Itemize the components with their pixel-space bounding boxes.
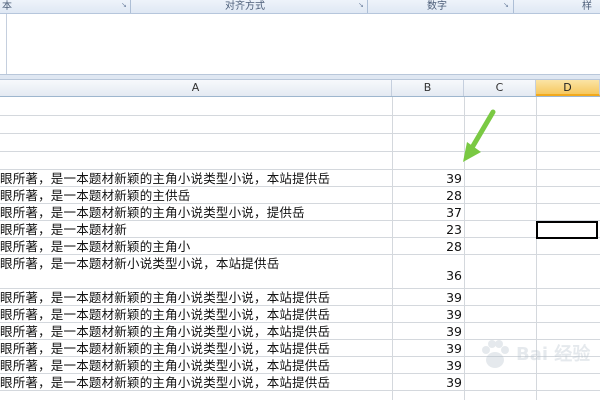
cell-b[interactable]: 39 [392, 340, 462, 357]
alignment-dialog-launcher-icon[interactable]: ↘ [358, 2, 365, 9]
cell-a[interactable]: 眼所著，是一本题材新颖的主角小说类型小说，本站提供岳 [0, 357, 392, 374]
font-dialog-launcher-icon[interactable]: ↘ [121, 2, 128, 9]
cell-a[interactable]: 眼所著，是一本题材新颖的主角小 [0, 238, 392, 255]
ribbon-group-styles: 样 [582, 1, 592, 12]
cell-a[interactable]: 眼所著，是一本题材新颖的主角小说类型小说，本站提供岳 [0, 306, 392, 323]
cell-a[interactable]: 眼所著，是一本题材新颖的主角小说类型小说，本站提供岳 [0, 374, 392, 391]
cell-a[interactable]: 眼所著，是一本题材新颖的主角小说类型小说，本站提供岳 [0, 340, 392, 357]
number-dialog-launcher-icon[interactable]: ↘ [503, 2, 510, 9]
cell-a[interactable]: 眼所著，是一本题材新颖的主角小说类型小说，本站提供岳 [0, 289, 392, 306]
ribbon-group-font: 本 [2, 1, 12, 12]
cell-b[interactable]: 39 [392, 289, 462, 306]
ribbon-group-bar: 本 ↘ 对齐方式 ↘ 数字 ↘ 样 [0, 0, 600, 14]
cell-a[interactable] [0, 152, 392, 170]
cell-a[interactable] [0, 98, 392, 116]
cell-a[interactable]: 眼所著，是一本题材新 [0, 221, 392, 238]
ribbon-group-alignment: 对齐方式 [225, 1, 265, 12]
cell-a[interactable]: 眼所著，是一本题材新颖的主角小说类型小说，提供岳 [0, 204, 392, 221]
cell-a[interactable]: 眼所著，是一本题材新颖的主角小说类型小说，本站提供岳 [0, 323, 392, 340]
cell-b[interactable]: 37 [392, 204, 462, 221]
cell-a[interactable] [0, 134, 392, 152]
cell-b[interactable]: 39 [392, 357, 462, 374]
cell-a[interactable]: 眼所著，是一本题材新颖的主角小说类型小说，本站提供岳 [0, 170, 392, 187]
cell-b[interactable]: 23 [392, 221, 462, 238]
column-header-c[interactable]: C [464, 80, 536, 96]
paw-logo-icon [482, 340, 509, 368]
cell-b[interactable]: 39 [392, 306, 462, 323]
name-box-edge [0, 14, 7, 74]
cell-b[interactable]: 39 [392, 170, 462, 187]
column-header-a[interactable]: A [0, 80, 392, 96]
cell-a[interactable] [0, 116, 392, 134]
cell-a[interactable]: 眼所著，是一本题材新小说类型小说，本站提供岳 [0, 255, 392, 289]
baidu-jingyan-watermark: Bai 经验 [478, 338, 598, 378]
active-cell-d[interactable] [536, 221, 598, 239]
column-header-row: A B C D [0, 80, 600, 97]
cell-b[interactable]: 39 [392, 374, 462, 391]
ribbon-group-number: 数字 [427, 1, 447, 12]
cell-a[interactable]: 眼所著，是一本题材新颖的主供岳 [0, 187, 392, 204]
cell-b[interactable]: 28 [392, 238, 462, 255]
green-arrow-annotation-icon [455, 108, 505, 172]
cell-b[interactable]: 36 [392, 267, 462, 284]
column-header-b[interactable]: B [392, 80, 464, 96]
cell-b[interactable]: 39 [392, 323, 462, 340]
watermark-text: Bai 经验 [516, 344, 591, 365]
column-header-d[interactable]: D [536, 80, 600, 96]
cell-b[interactable]: 28 [392, 187, 462, 204]
formula-bar-expanded[interactable] [0, 14, 600, 74]
